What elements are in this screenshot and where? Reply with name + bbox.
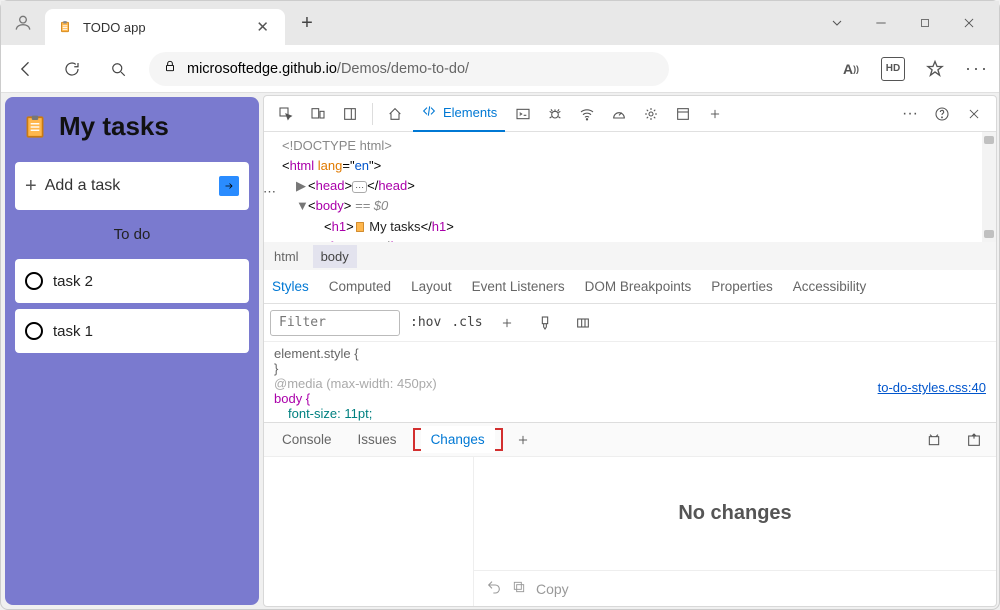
close-icon[interactable]: ✕ [252, 18, 273, 36]
expand-icon[interactable] [960, 426, 988, 454]
tab-issues[interactable]: Issues [348, 426, 407, 453]
flex-icon[interactable] [569, 309, 597, 337]
code-icon [421, 103, 437, 122]
breadcrumb[interactable]: html body [264, 242, 996, 270]
url-text: microsoftedge.github.io/Demos/demo-to-do… [187, 61, 469, 77]
more-icon[interactable]: ··· [896, 100, 924, 128]
add-task-input[interactable]: + Add a task [15, 162, 249, 210]
gear-icon[interactable] [637, 100, 665, 128]
radio-icon[interactable] [25, 272, 43, 290]
todo-app: My tasks + Add a task To do task 2 task … [5, 97, 259, 605]
brush-icon[interactable] [531, 309, 559, 337]
tab-console[interactable]: Console [272, 426, 342, 453]
devtools-panel: Elements ··· ⋯ <!DOCTYPE html> <html lan… [263, 95, 997, 607]
maximize-button[interactable] [915, 13, 935, 33]
profile-icon[interactable] [1, 1, 45, 45]
tab-layout[interactable]: Layout [411, 279, 452, 294]
tab-styles[interactable]: Styles [272, 279, 309, 294]
network-icon[interactable] [573, 100, 601, 128]
tab-computed[interactable]: Computed [329, 279, 391, 294]
hov-toggle[interactable]: :hov [410, 315, 441, 330]
read-aloud-icon[interactable]: A)) [839, 57, 863, 81]
clipboard-icon [21, 113, 49, 141]
url-input[interactable]: microsoftedge.github.io/Demos/demo-to-do… [149, 52, 669, 86]
lock-icon [163, 59, 177, 78]
plus-icon[interactable] [509, 426, 537, 454]
device-icon[interactable] [304, 100, 332, 128]
dock-icon[interactable] [920, 426, 948, 454]
breadcrumb-item[interactable]: body [313, 245, 357, 268]
copy-icon[interactable] [512, 580, 526, 597]
task-item[interactable]: task 2 [15, 259, 249, 303]
tab-event-listeners[interactable]: Event Listeners [472, 279, 565, 294]
copy-label: Copy [536, 581, 569, 597]
task-label: task 2 [53, 273, 93, 290]
breadcrumb-item[interactable]: html [274, 249, 299, 264]
tab-properties[interactable]: Properties [711, 279, 773, 294]
page-title: My tasks [59, 111, 169, 142]
changes-drawer: No changes Copy [264, 456, 996, 606]
no-changes-message: No changes [474, 457, 996, 570]
clipboard-icon [57, 19, 73, 35]
new-tab-button[interactable]: + [291, 7, 323, 39]
window-titlebar: TODO app ✕ + [1, 1, 999, 45]
hd-icon[interactable]: HD [881, 57, 905, 81]
console-icon[interactable] [509, 100, 537, 128]
styles-tabs: Styles Computed Layout Event Listeners D… [264, 270, 996, 304]
highlight-annotation: Changes [413, 428, 503, 451]
row-menu-icon[interactable]: ⋯ [264, 182, 276, 202]
dock-icon[interactable] [336, 100, 364, 128]
tab-accessibility[interactable]: Accessibility [793, 279, 867, 294]
tab-elements[interactable]: Elements [413, 96, 505, 132]
bug-icon[interactable] [541, 100, 569, 128]
welcome-icon[interactable] [381, 100, 409, 128]
radio-icon[interactable] [25, 322, 43, 340]
back-button[interactable] [11, 54, 41, 84]
add-task-label: Add a task [45, 177, 211, 195]
performance-icon[interactable] [605, 100, 633, 128]
tab-dom-breakpoints[interactable]: DOM Breakpoints [585, 279, 692, 294]
window-controls [807, 1, 999, 45]
drawer-tabs: Console Issues Changes [264, 422, 996, 456]
devtools-toolbar: Elements ··· [264, 96, 996, 132]
styles-pane[interactable]: element.style { } @media (max-width: 450… [264, 342, 996, 422]
browser-tab[interactable]: TODO app ✕ [45, 9, 285, 45]
undo-icon[interactable] [486, 579, 502, 598]
section-heading: To do [15, 220, 249, 249]
search-icon[interactable] [103, 54, 133, 84]
scrollbar[interactable] [982, 132, 996, 242]
task-item[interactable]: task 1 [15, 309, 249, 353]
tab-title: TODO app [83, 20, 242, 35]
chevron-down-icon[interactable] [827, 13, 847, 33]
favorite-icon[interactable] [923, 57, 947, 81]
submit-icon[interactable] [219, 176, 239, 196]
new-style-icon[interactable] [493, 309, 521, 337]
refresh-button[interactable] [57, 54, 87, 84]
cls-toggle[interactable]: .cls [451, 315, 482, 330]
plus-icon[interactable] [701, 100, 729, 128]
close-button[interactable] [959, 13, 979, 33]
application-icon[interactable] [669, 100, 697, 128]
filter-row: :hov .cls [264, 304, 996, 342]
dom-tree[interactable]: ⋯ <!DOCTYPE html> <html lang="en"> ▶<hea… [264, 132, 996, 242]
help-icon[interactable] [928, 100, 956, 128]
tab-changes[interactable]: Changes [421, 426, 495, 453]
filter-input[interactable] [270, 310, 400, 336]
plus-icon: + [25, 175, 37, 198]
minimize-button[interactable] [871, 13, 891, 33]
copy-toolbar: Copy [474, 570, 996, 606]
close-icon[interactable] [960, 100, 988, 128]
changes-file-list[interactable] [264, 457, 474, 606]
address-bar: microsoftedge.github.io/Demos/demo-to-do… [1, 45, 999, 93]
source-link[interactable]: to-do-styles.css:40 [878, 380, 986, 395]
task-label: task 1 [53, 323, 93, 340]
inspect-icon[interactable] [272, 100, 300, 128]
menu-icon[interactable]: ··· [965, 57, 989, 81]
